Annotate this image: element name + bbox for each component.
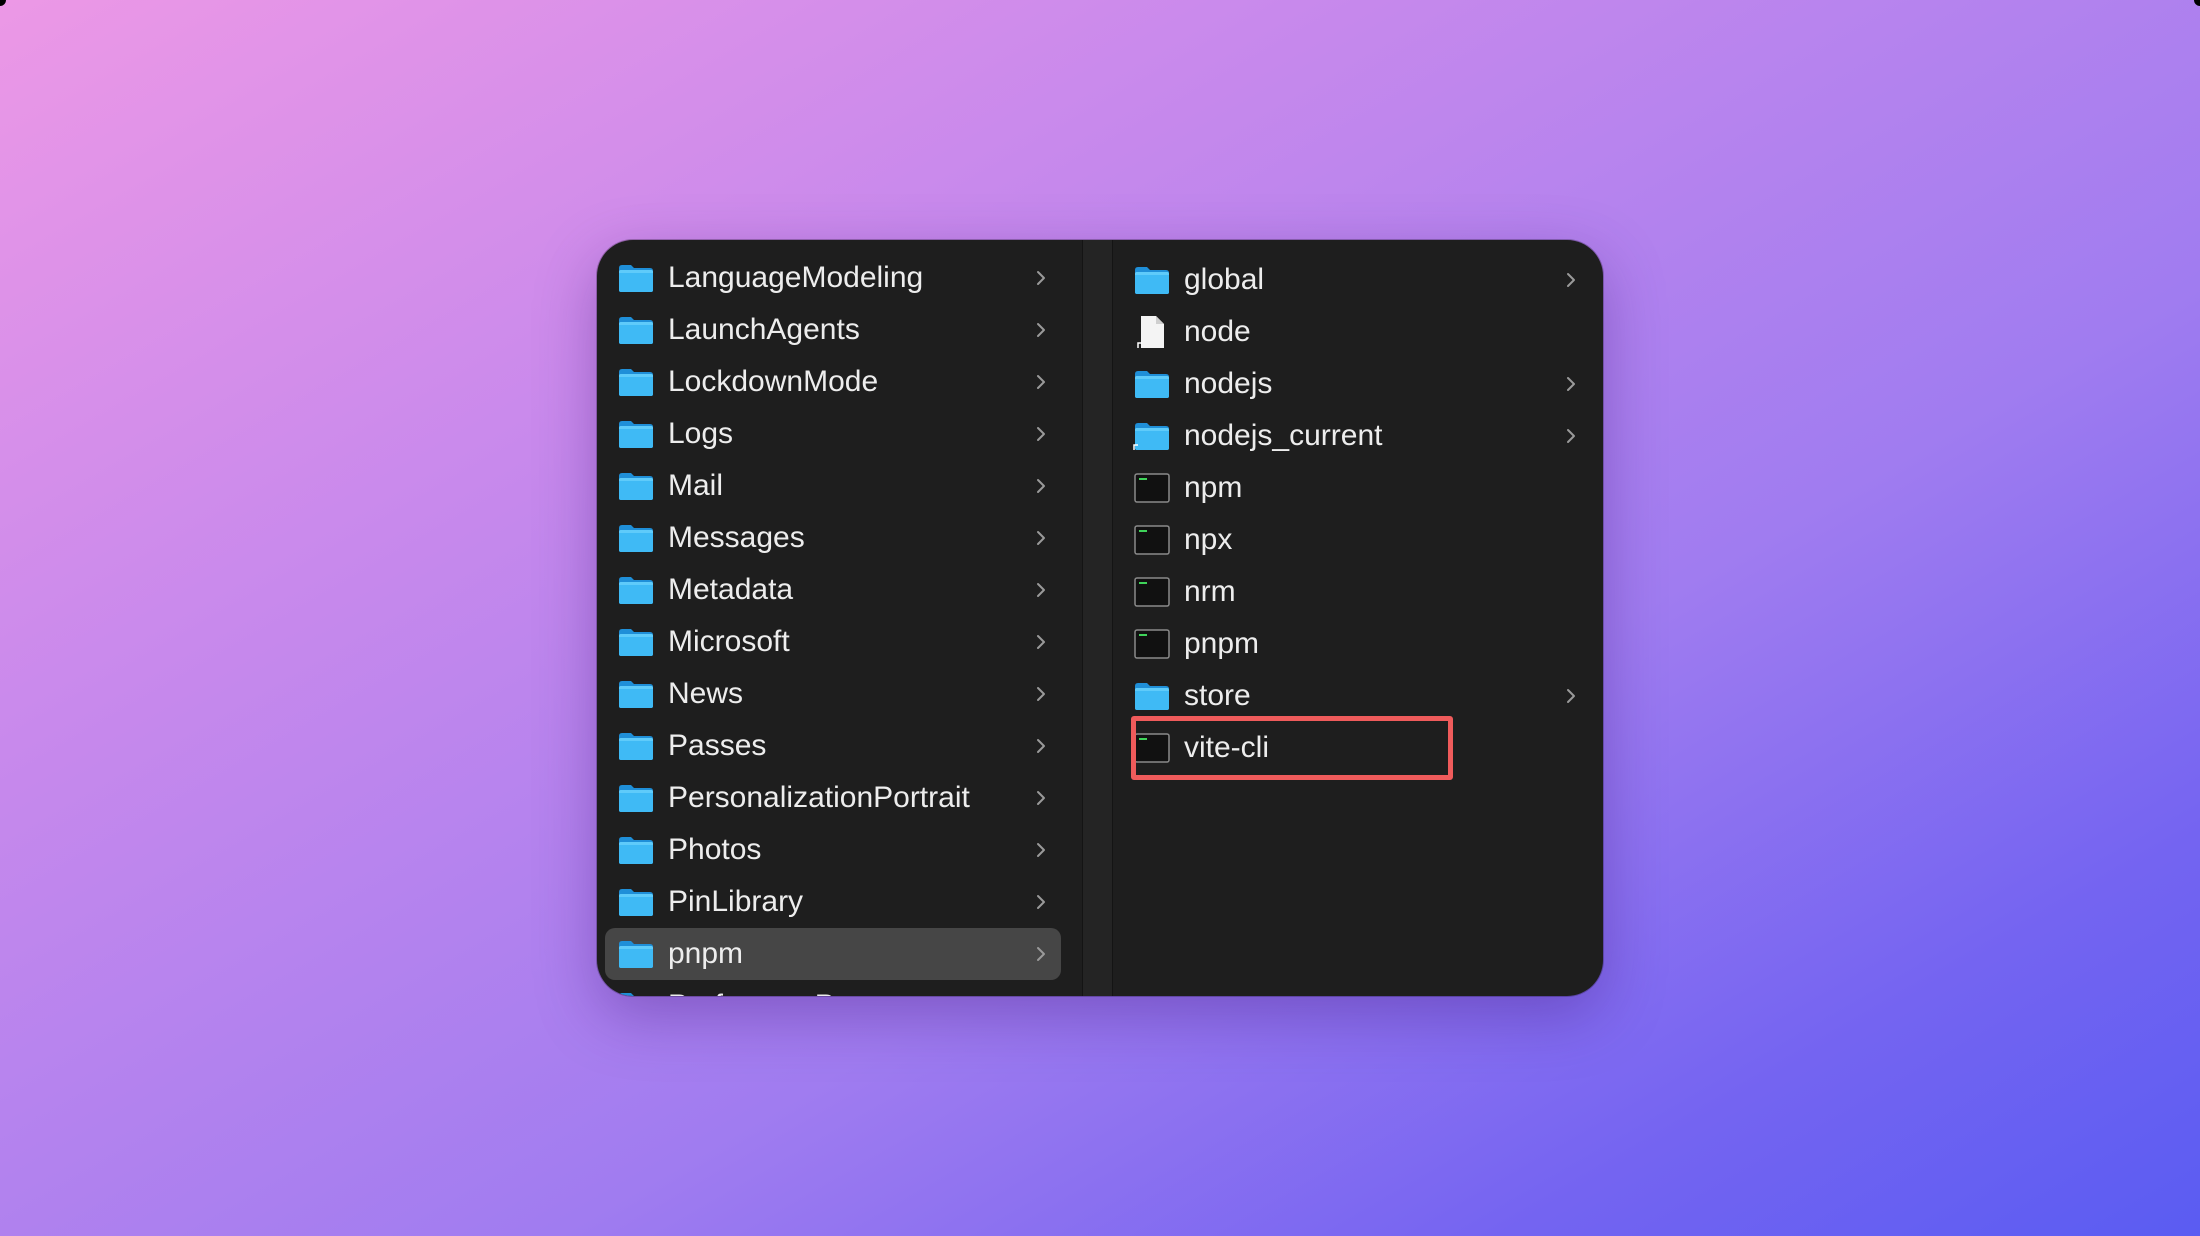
file-name-label: PreferencePanes — [668, 989, 1029, 996]
terminal-executable-icon — [1132, 576, 1172, 608]
folder-icon — [1132, 368, 1172, 400]
folder-icon — [616, 418, 656, 450]
chevron-right-icon — [1559, 684, 1583, 708]
pnpm-directory-column[interactable]: global node nodejs nodejs_current npm np… — [1113, 240, 1603, 996]
chevron-right-icon — [1029, 890, 1053, 914]
chevron-right-icon — [1029, 682, 1053, 706]
folder-icon — [1132, 264, 1172, 296]
chevron-right-icon — [1029, 994, 1053, 996]
parent-directory-column[interactable]: LanguageModeling LaunchAgents LockdownMo… — [597, 240, 1082, 996]
folder-icon — [616, 314, 656, 346]
folder-icon — [616, 574, 656, 606]
corner-mark-top-right — [2194, 0, 2200, 6]
folder-icon — [616, 678, 656, 710]
corner-mark-top-left — [0, 0, 6, 6]
file-row-pinlibrary[interactable]: PinLibrary — [605, 876, 1061, 928]
file-row-nrm[interactable]: nrm — [1121, 566, 1591, 618]
file-row-global[interactable]: global — [1121, 254, 1591, 306]
file-name-label: PersonalizationPortrait — [668, 781, 970, 814]
file-name-label: nodejs_current — [1184, 419, 1383, 452]
file-name-label: store — [1184, 679, 1251, 712]
file-name-label: PinLibrary — [668, 885, 804, 918]
chevron-right-icon — [1029, 370, 1053, 394]
chevron-right-icon — [1029, 526, 1053, 550]
file-row-mail[interactable]: Mail — [605, 460, 1061, 512]
finder-window: LanguageModeling LaunchAgents LockdownMo… — [597, 240, 1603, 996]
chevron-right-icon — [1559, 268, 1583, 292]
alias-folder-icon — [1132, 420, 1172, 452]
folder-icon — [616, 938, 656, 970]
terminal-executable-icon — [1132, 524, 1172, 556]
file-row-microsoft[interactable]: Microsoft — [605, 616, 1061, 668]
folder-icon — [616, 834, 656, 866]
file-row-node[interactable]: node — [1121, 306, 1591, 358]
file-name-label: Photos — [668, 833, 762, 866]
column-resize-divider[interactable] — [1082, 240, 1113, 996]
file-row-messages[interactable]: Messages — [605, 512, 1061, 564]
file-row-store[interactable]: store — [1121, 670, 1591, 722]
file-row-personalizationportrait[interactable]: PersonalizationPortrait — [605, 772, 1061, 824]
file-name-label: LockdownMode — [668, 365, 879, 398]
chevron-right-icon — [1029, 474, 1053, 498]
terminal-executable-icon — [1132, 472, 1172, 504]
folder-icon — [616, 626, 656, 658]
file-row-lockdownmode[interactable]: LockdownMode — [605, 356, 1061, 408]
chevron-right-icon — [1029, 630, 1053, 654]
chevron-right-icon — [1029, 318, 1053, 342]
folder-icon — [616, 990, 656, 996]
file-row-npx[interactable]: npx — [1121, 514, 1591, 566]
file-row-news[interactable]: News — [605, 668, 1061, 720]
file-row-languagemodeling[interactable]: LanguageModeling — [605, 252, 1061, 304]
file-name-label: nodejs — [1184, 367, 1273, 400]
file-name-label: Mail — [668, 469, 724, 502]
chevron-right-icon — [1029, 422, 1053, 446]
file-row-preferencepanes[interactable]: PreferencePanes — [605, 980, 1061, 996]
folder-icon — [616, 522, 656, 554]
file-row-launchagents[interactable]: LaunchAgents — [605, 304, 1061, 356]
file-row-pnpm[interactable]: pnpm — [605, 928, 1061, 980]
file-row-metadata[interactable]: Metadata — [605, 564, 1061, 616]
file-row-photos[interactable]: Photos — [605, 824, 1061, 876]
file-name-label: global — [1184, 263, 1265, 296]
folder-icon — [616, 886, 656, 918]
file-row-npm[interactable]: npm — [1121, 462, 1591, 514]
terminal-executable-icon — [1132, 628, 1172, 660]
file-name-label: Metadata — [668, 573, 794, 606]
chevron-right-icon — [1559, 424, 1583, 448]
chevron-right-icon — [1029, 786, 1053, 810]
file-name-label: npx — [1184, 523, 1233, 556]
alias-document-icon — [1132, 316, 1172, 348]
chevron-right-icon — [1029, 734, 1053, 758]
file-name-label: LanguageModeling — [668, 261, 924, 294]
file-name-label: npm — [1184, 471, 1243, 504]
file-name-label: Logs — [668, 417, 734, 450]
chevron-right-icon — [1559, 372, 1583, 396]
file-row-nodejs[interactable]: nodejs — [1121, 358, 1591, 410]
file-row-logs[interactable]: Logs — [605, 408, 1061, 460]
folder-icon — [616, 262, 656, 294]
file-row-nodejs-current[interactable]: nodejs_current — [1121, 410, 1591, 462]
chevron-right-icon — [1029, 942, 1053, 966]
file-name-label: LaunchAgents — [668, 313, 860, 346]
file-name-label: node — [1184, 315, 1251, 348]
file-name-label: Messages — [668, 521, 805, 554]
file-name-label: Microsoft — [668, 625, 790, 658]
file-name-label: Passes — [668, 729, 767, 762]
file-name-label: pnpm — [1184, 627, 1260, 660]
file-name-label: News — [668, 677, 744, 710]
chevron-right-icon — [1029, 838, 1053, 862]
file-row-pnpm[interactable]: pnpm — [1121, 618, 1591, 670]
folder-icon — [1132, 680, 1172, 712]
vite-cli-highlight-box — [1131, 716, 1453, 780]
file-row-passes[interactable]: Passes — [605, 720, 1061, 772]
chevron-right-icon — [1029, 578, 1053, 602]
file-name-label: pnpm — [668, 937, 744, 970]
chevron-right-icon — [1029, 266, 1053, 290]
folder-icon — [616, 366, 656, 398]
folder-icon — [616, 782, 656, 814]
file-name-label: nrm — [1184, 575, 1236, 608]
folder-icon — [616, 470, 656, 502]
folder-icon — [616, 730, 656, 762]
